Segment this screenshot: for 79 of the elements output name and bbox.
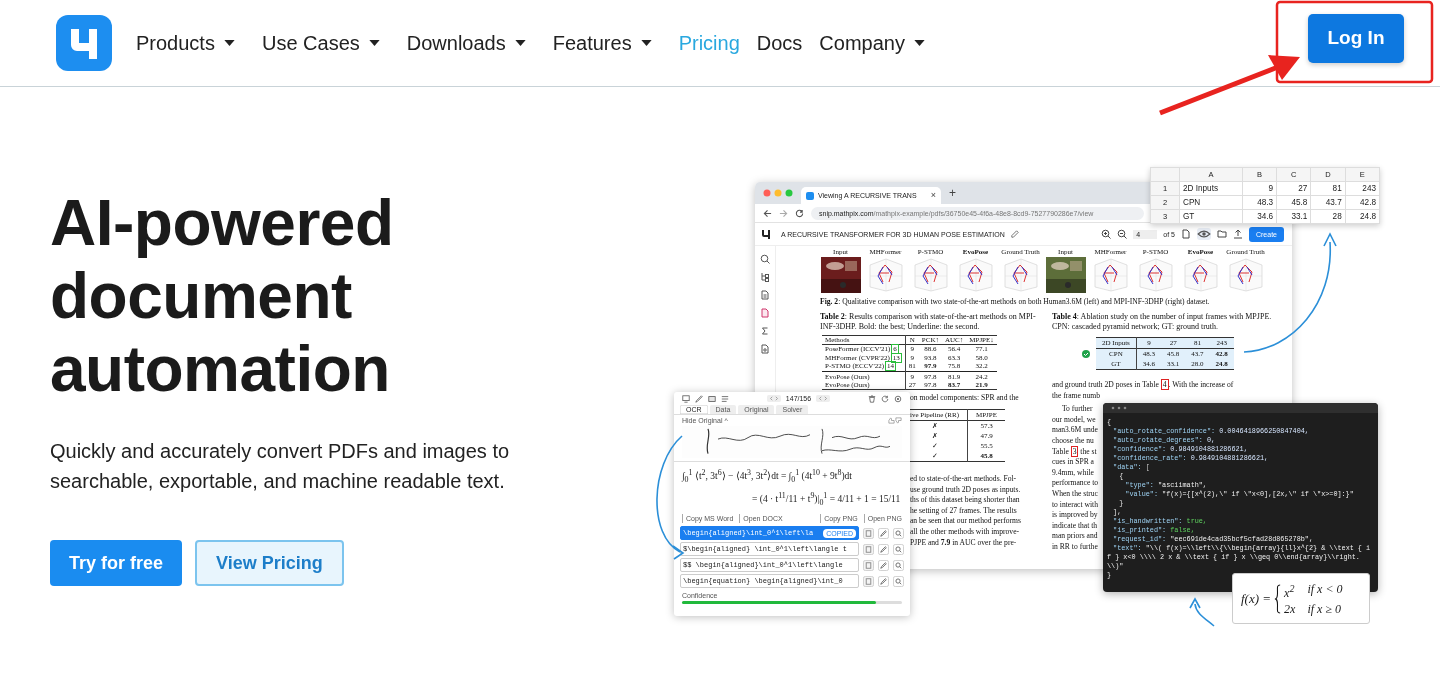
table-cell: 34.6 — [1242, 209, 1277, 224]
tree-icon[interactable] — [760, 272, 770, 282]
nav-link[interactable]: Use Cases — [261, 31, 390, 55]
table-cell: 243 — [1345, 181, 1380, 196]
copy-icon[interactable] — [863, 543, 874, 555]
nav-link[interactable]: Downloads — [406, 31, 536, 55]
formula-lhs: f(x) = — [1241, 590, 1272, 607]
screenshot-icon[interactable] — [708, 394, 716, 403]
trash-icon[interactable] — [868, 394, 876, 403]
window-controls-icon[interactable] — [1111, 406, 1127, 410]
upload-icon[interactable] — [1233, 229, 1243, 239]
new-tab-button[interactable]: + — [949, 187, 956, 199]
hero-title: AI-powered document automation — [50, 187, 395, 406]
curved-arrow — [1189, 597, 1215, 627]
zoom-out-icon[interactable] — [1117, 229, 1128, 239]
math-line: = (4 · t$^{11}$/11 + t$^{9}$)|$_{0}$$^{1}$ = 4/11 + 1 = 15/11 — [751, 490, 902, 510]
logo-icon[interactable] — [761, 229, 771, 239]
table-cell: 33.1 — [1276, 209, 1311, 224]
case-value: 2x — [1284, 600, 1296, 617]
reload-icon[interactable] — [795, 208, 804, 218]
table-caption: Table 2: Results comparison with state-of-the-art methods on MPI-INF-3DHP. Bold: the best; Underline: the second. — [820, 312, 1037, 332]
table-cell: 2D Inputs — [1179, 181, 1243, 196]
cta-button[interactable]: View Pricing — [195, 540, 344, 586]
table-cell: CPN — [1179, 195, 1243, 210]
back-icon[interactable] — [763, 208, 772, 218]
nav-link[interactable]: Company — [819, 31, 935, 55]
arrows-icon[interactable] — [816, 395, 831, 402]
case-condition: if x ≥ 0 — [1307, 600, 1342, 617]
case-value: x$^{2}$ — [1284, 581, 1296, 601]
settings-icon[interactable] — [894, 394, 902, 403]
math-line: ∫$_{0}$$^{1}$ ⟨t$^{2}$, 3t$^{6}$⟩ − ⟨4t$^{3}$, 3t$^{2}$⟩dt = ∫$_{0}$$^{1}$ (4t$^{10}$ + 9t$^{8}$)dt — [682, 467, 853, 487]
eye-icon[interactable] — [1197, 228, 1211, 240]
forward-icon[interactable] — [779, 208, 788, 218]
close-icon[interactable]: × — [930, 191, 936, 200]
login-button[interactable]: Log In — [1308, 13, 1404, 63]
table-cell: 42.8 — [1345, 195, 1380, 210]
copy-icon[interactable] — [863, 527, 874, 539]
thumbs-icon[interactable] — [888, 417, 902, 424]
check-icon — [1082, 349, 1090, 358]
table-cell: 27 — [1276, 181, 1311, 196]
zoom-in-icon[interactable] — [1101, 229, 1112, 239]
table-cell: 45.8 — [1276, 195, 1311, 210]
nav-link[interactable]: Docs — [756, 31, 803, 55]
caret-icon — [640, 40, 652, 46]
search-icon[interactable] — [760, 254, 770, 264]
refresh-icon[interactable] — [881, 394, 889, 403]
table-caption: Table 4: Ablation study on the number of input frames with MPJPE. CPN: cascaded pyramid network; GT: ground truth. — [1052, 312, 1273, 332]
favicon-icon — [806, 191, 814, 200]
copy-icon[interactable] — [863, 575, 874, 587]
edit-icon[interactable] — [1010, 230, 1019, 238]
window-controls-icon[interactable] — [763, 189, 793, 197]
nav-link[interactable]: Products — [136, 31, 245, 55]
monitor-icon[interactable] — [682, 394, 690, 403]
caret-icon — [913, 40, 925, 46]
table-cell: GT — [1179, 209, 1243, 224]
arrows-icon[interactable] — [766, 395, 781, 402]
pdf-icon[interactable] — [760, 308, 770, 318]
caret-icon — [368, 40, 380, 46]
list-icon[interactable] — [721, 394, 729, 403]
pdf-icon[interactable] — [1181, 229, 1191, 239]
sigma-icon[interactable] — [760, 326, 770, 336]
caret-icon — [514, 40, 526, 46]
hero-subtitle: Quickly and accurately convert PDFs and images to searchable, exportable, and machine readable text. — [50, 439, 511, 494]
nav-link[interactable]: Features — [552, 31, 662, 55]
document-icon[interactable] — [760, 344, 770, 354]
brace-icon — [1274, 581, 1282, 616]
table-cell: 81 — [1310, 181, 1346, 196]
document-icon[interactable] — [760, 290, 770, 300]
case-condition: if x < 0 — [1307, 580, 1343, 598]
table-cell: 48.3 — [1242, 195, 1277, 210]
table-cell: 28 — [1310, 209, 1346, 224]
table-cell: 9 — [1242, 181, 1277, 196]
pen-icon[interactable] — [695, 394, 703, 403]
copy-icon[interactable] — [863, 559, 874, 571]
caret-icon — [223, 40, 235, 46]
table-cell: 43.7 — [1310, 195, 1346, 210]
column-header — [1150, 167, 1180, 182]
table-cell: 24.8 — [1345, 209, 1380, 224]
folder-icon[interactable] — [1217, 229, 1227, 239]
